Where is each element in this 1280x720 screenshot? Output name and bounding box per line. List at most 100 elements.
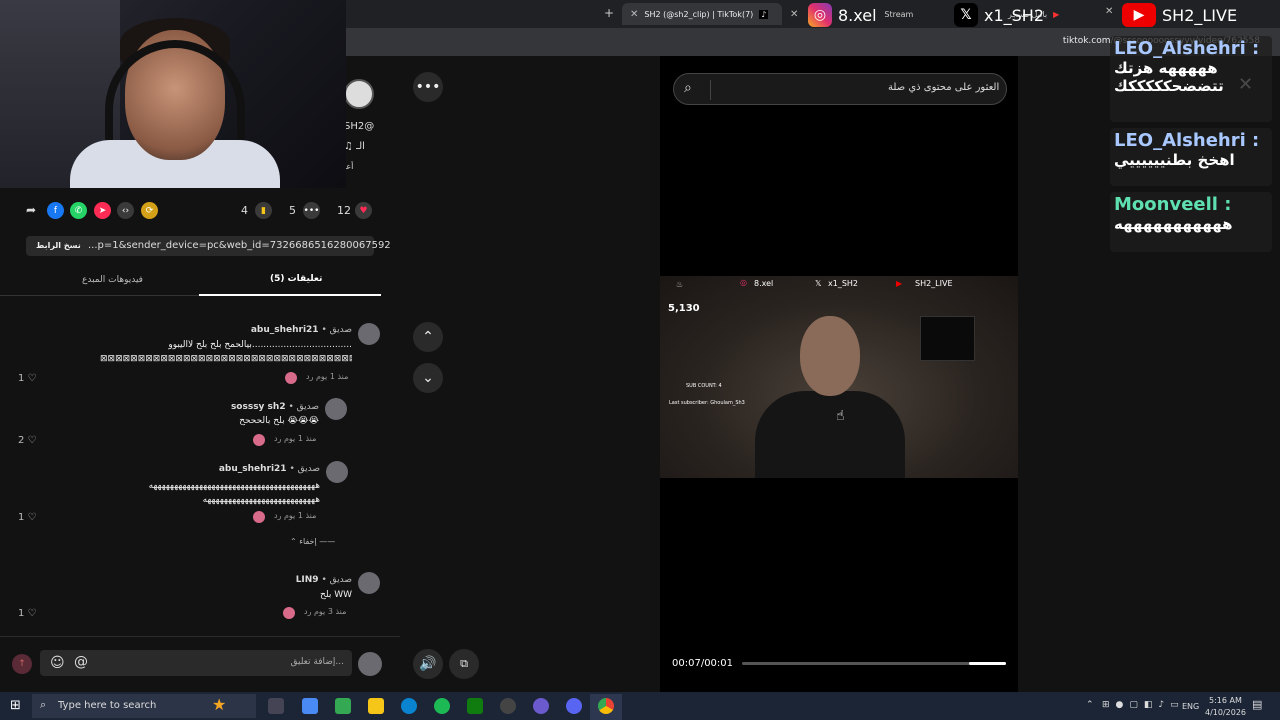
hide-replies-button[interactable]: ⌃ إخفاء ——: [290, 537, 335, 546]
clock-date[interactable]: 4/10/2026: [1205, 708, 1246, 717]
send-icon[interactable]: ➤: [94, 202, 111, 219]
share-arrow-icon[interactable]: ➦: [26, 203, 36, 217]
windows-start-icon[interactable]: ⊞: [10, 698, 21, 713]
comment-text: بلح بالحححح 😭😭😭: [239, 416, 319, 426]
instagram-handle: 8.xel: [838, 5, 877, 25]
previous-video-button[interactable]: ⌃: [413, 322, 443, 352]
user-avatar[interactable]: [358, 652, 382, 676]
xbox-icon[interactable]: [467, 698, 483, 714]
repost-icon[interactable]: ⟳: [141, 202, 158, 219]
comment-author[interactable]: abu_shehri21 • صديق: [219, 464, 320, 474]
obs-icon[interactable]: [500, 698, 516, 714]
comment-likes[interactable]: 2 ♡: [18, 435, 37, 446]
chrome-icon[interactable]: [598, 698, 614, 714]
comment-count: 5: [289, 204, 296, 217]
creator-handle[interactable]: SH2@: [344, 121, 374, 132]
music-label[interactable]: ♫ الـ: [344, 141, 365, 152]
pip-icon[interactable]: ⧉: [449, 649, 479, 679]
play-store-icon[interactable]: [335, 698, 351, 714]
notifications-icon[interactable]: ▤: [1252, 698, 1262, 711]
creator-like-avatar: [253, 434, 265, 446]
instagram-icon: ◎: [740, 278, 747, 287]
search-icon[interactable]: ⌕: [684, 80, 692, 96]
search-icon: ⌕: [40, 698, 47, 711]
tab-comments[interactable]: تعليقات (5): [270, 274, 322, 284]
taskbar-search[interactable]: ⌕ Type here to search ★: [32, 694, 256, 718]
comment-meta[interactable]: منذ 1 يوم رد: [274, 511, 316, 520]
more-options-icon[interactable]: •••: [413, 72, 443, 102]
comment-meta[interactable]: منذ 1 يوم رد: [274, 434, 316, 443]
comment-likes[interactable]: 1 ♡: [18, 373, 37, 384]
chat-username: LEO_Alshehri :: [1114, 38, 1260, 59]
comment-meta[interactable]: منذ 3 يوم رد: [304, 607, 346, 616]
comment-likes[interactable]: 1 ♡: [18, 608, 37, 619]
share-link-url[interactable]: ...p=1&sender_device=pc&web_id=732668651…: [88, 240, 391, 251]
copy-link-button[interactable]: نسخ الرابط: [36, 241, 81, 250]
instagram-icon: ◎: [808, 3, 832, 27]
comment-icon[interactable]: •••: [303, 202, 320, 219]
progress-track[interactable]: [742, 662, 1006, 665]
embed-icon[interactable]: ‹›: [117, 202, 134, 219]
whatsapp-icon[interactable]: ✆: [70, 202, 87, 219]
comment-text: بلح WW: [320, 590, 352, 600]
commenter-avatar[interactable]: [358, 572, 380, 594]
app-icon[interactable]: [533, 698, 549, 714]
chat-message: LEO_Alshehri : هههههه هزتك تتضضحكككككك: [1110, 36, 1272, 122]
system-tray-icons[interactable]: ⊞●▢◧♪▭: [1102, 700, 1185, 710]
cursor-icon: ☝: [836, 408, 845, 424]
tray-chevron-icon[interactable]: ⌃: [1086, 700, 1094, 710]
post-arrow-icon[interactable]: ↑: [12, 654, 32, 674]
chat-username: LEO_Alshehri :: [1114, 130, 1260, 151]
discord-icon[interactable]: [566, 698, 582, 714]
chat-name: Moonveell: [1114, 194, 1218, 215]
video-logo-icon: ♨: [676, 280, 684, 289]
spotify-icon[interactable]: [434, 698, 450, 714]
close-tab-icon[interactable]: ✕: [790, 9, 798, 20]
emoji-icon[interactable]: ☺: [50, 655, 65, 671]
next-video-button[interactable]: ⌄: [413, 363, 443, 393]
video-frame[interactable]: ♨ 5,130 ◎ 8.xel 𝕏 x1_SH2 ▶ SH2_LIVE SUB …: [660, 276, 1018, 478]
tab-active-indicator: [199, 294, 381, 296]
facebook-icon[interactable]: f: [47, 202, 64, 219]
creator-avatar[interactable]: [344, 79, 374, 109]
clock-time[interactable]: 5:16 AM: [1209, 696, 1242, 705]
commenter-avatar[interactable]: [326, 461, 348, 483]
file-explorer-icon[interactable]: [368, 698, 384, 714]
comment-meta[interactable]: منذ 1 يوم رد: [306, 372, 348, 381]
x-handle: x1_SH2: [984, 5, 1045, 25]
new-tab-icon[interactable]: +: [604, 6, 614, 20]
edge-icon[interactable]: [401, 698, 417, 714]
close-tab-icon[interactable]: ✕: [630, 9, 638, 20]
progress-fill[interactable]: [969, 662, 1006, 665]
comment-author[interactable]: LIN9 • صديق: [296, 575, 352, 585]
comment-author[interactable]: sosssy sh2 • صديق: [231, 402, 319, 412]
commenter-avatar[interactable]: [358, 323, 380, 345]
comment-author[interactable]: abu_shehri21 • صديق: [251, 325, 352, 335]
language-indicator[interactable]: ENG: [1182, 702, 1199, 711]
copilot-icon[interactable]: [302, 698, 318, 714]
comment-input[interactable]: ☺ @ إضافة تعليق...: [40, 650, 352, 676]
mention-icon[interactable]: @: [74, 654, 88, 670]
tab-creator-videos[interactable]: فيديوهات المبدع: [82, 275, 143, 285]
x-logo-icon: 𝕏: [954, 3, 978, 27]
instagram-overlay: ◎ 8.xel: [808, 2, 877, 28]
bookmark-icon[interactable]: ▮: [255, 202, 272, 219]
youtube-icon: ▶: [1053, 9, 1060, 19]
comment-likes[interactable]: 1 ♡: [18, 512, 37, 523]
task-view-icon[interactable]: [268, 698, 284, 714]
chat-text: اهخخ بطنييييييي: [1114, 151, 1235, 169]
sub-count: SUB COUNT: 4: [686, 383, 722, 389]
chat-name: LEO_Alshehri: [1114, 130, 1246, 151]
tab-label: SH2 (@sh2_clip) | TikTok(7): [644, 9, 754, 19]
volume-icon[interactable]: 🔊: [413, 649, 443, 679]
heart-icon[interactable]: ♥: [355, 202, 372, 219]
commenter-avatar[interactable]: [325, 398, 347, 420]
close-tab-icon[interactable]: ✕: [1105, 6, 1113, 17]
creator-like-avatar: [283, 607, 295, 619]
playback-time: 00:07/00:01: [672, 658, 734, 669]
search-divider: [710, 80, 711, 100]
comment-text: بيالحمح بلح بلح لااليبوو................…: [168, 340, 352, 350]
creator-like-avatar: [285, 372, 297, 384]
streamer-webcam: [0, 0, 346, 188]
tab-tiktok[interactable]: ✕ SH2 (@sh2_clip) | TikTok(7) ♪: [622, 3, 782, 25]
